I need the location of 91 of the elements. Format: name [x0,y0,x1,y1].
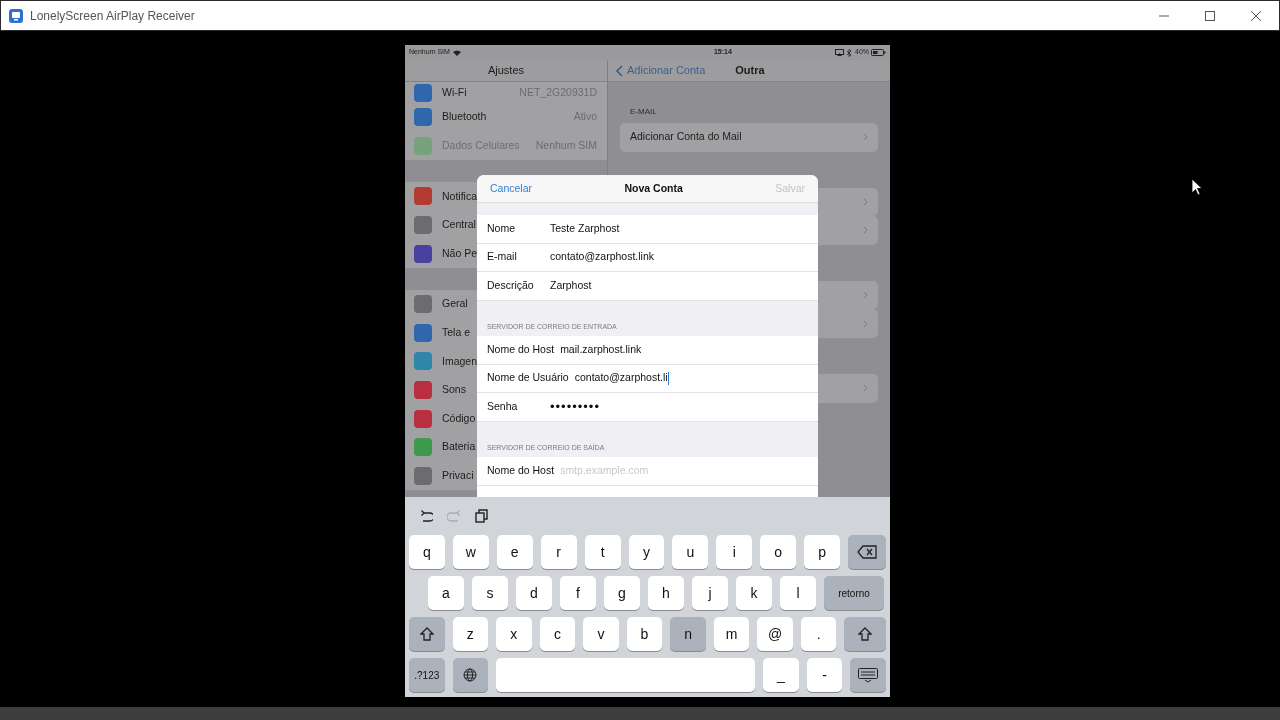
key[interactable]: z [452,617,489,651]
chevron-icon [863,133,868,142]
key[interactable]: . [800,617,837,651]
chevron-icon [863,319,868,328]
field-label: Nome de Usuário [487,370,570,386]
row-label: Sons [442,382,466,398]
key[interactable]: m [713,617,750,651]
app-icon [8,7,24,24]
input-field[interactable]: Zarphost [550,277,592,294]
window-title: LonelyScreen AirPlay Receiver [30,7,195,25]
key[interactable]: j [692,576,728,610]
globe-icon [463,668,478,682]
chevron-icon [863,291,868,300]
hide-keyboard-key[interactable] [850,658,886,692]
numbers-key[interactable]: .?123 [409,658,445,692]
back-chevron-icon [616,64,623,77]
row-label: Wi-Fi [442,84,467,100]
field-label: Nome do Host [487,462,556,478]
backspace-icon [857,545,877,559]
row-label: Imagen [442,353,478,369]
field-label: Nome do Host [487,341,556,357]
row-label: Bateria [442,439,476,455]
return-key[interactable]: retorno [824,576,884,610]
backspace-key[interactable] [848,535,886,569]
row-label: Geral [442,296,468,312]
row-label: Bluetooth [442,109,487,125]
key[interactable]: _ [763,658,799,692]
shift-icon [419,627,434,641]
key[interactable]: n [670,617,706,651]
key[interactable]: k [736,576,772,610]
shift-key[interactable] [409,617,445,651]
key[interactable]: o [760,535,797,569]
hide-keyboard-icon [858,667,879,683]
key[interactable]: @ [757,617,793,651]
key[interactable]: s [472,576,508,610]
battery-icon [871,49,886,56]
key[interactable]: i [716,535,753,569]
row-label: Privaci [442,467,474,483]
input-field[interactable]: ••••••••• [550,397,600,417]
pane-title: Outra [735,63,765,79]
key[interactable]: v [583,617,619,651]
chevron-icon [863,384,868,393]
field-label: E-mail [487,249,518,265]
wifi-icon [452,49,461,56]
pane-title: Ajustes [487,63,525,79]
globe-key[interactable] [452,658,489,692]
row-label: Notifica [442,188,477,204]
key[interactable]: a [428,576,464,610]
row-label: Não Pe [442,245,478,261]
row-label: Tela e [442,325,471,340]
input-field[interactable]: contato@zarphost.link [550,249,655,266]
field-label: Senha [487,398,519,414]
airplay-icon [835,49,844,56]
key[interactable]: h [648,576,684,610]
key[interactable]: g [604,576,640,610]
key[interactable]: l [780,576,816,610]
key[interactable]: q [409,535,445,569]
key[interactable]: b [626,617,663,651]
key[interactable]: r [540,535,577,569]
key[interactable]: x [496,617,532,651]
key[interactable]: y [628,535,665,569]
cancel-button[interactable]: Cancelar [490,180,533,197]
dialog-title: Nova Conta [624,180,683,196]
close-icon [1251,10,1261,21]
key[interactable]: e [496,535,533,569]
list-row[interactable]: Adicionar Conta do Mail [620,123,878,152]
row-label: Central [442,217,476,233]
chevron-icon [863,226,868,235]
key[interactable]: p [804,535,841,569]
key[interactable]: f [560,576,596,610]
input-field[interactable]: Teste Zarphost [550,220,620,237]
key[interactable]: d [516,576,552,610]
input-field[interactable]: mail.zarphost.link [560,341,642,358]
row-label: Código [442,410,476,426]
key[interactable]: - [806,658,843,692]
shift-key[interactable] [844,617,886,651]
field-label: Descrição [487,277,535,293]
bluetooth-icon [847,48,852,57]
section-header: E-MAIL [629,106,658,118]
paste-icon[interactable] [475,509,489,523]
chevron-icon [863,197,868,206]
key[interactable]: t [584,535,621,569]
undo-icon[interactable] [419,509,433,523]
mouse-cursor-icon [1191,178,1203,196]
field-label: Nome [487,220,516,236]
key[interactable]: c [539,617,576,651]
shift-icon [858,627,873,641]
maximize-icon [1205,10,1215,21]
key[interactable]: w [452,535,489,569]
key[interactable]: u [672,535,709,569]
input-field[interactable]: contato@zarphost.li [574,370,668,387]
